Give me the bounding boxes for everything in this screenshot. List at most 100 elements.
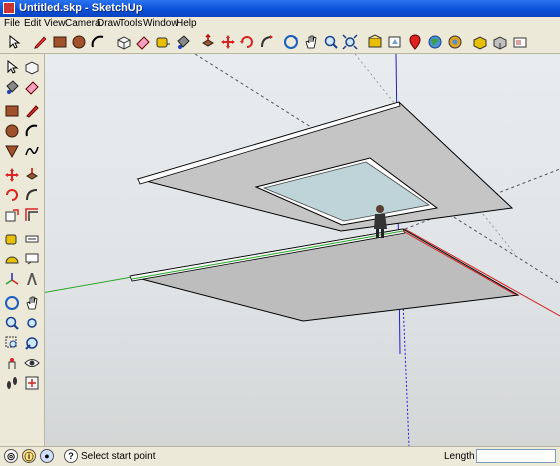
photo-textures-button[interactable] bbox=[446, 33, 464, 51]
rectangle-icon bbox=[5, 105, 19, 117]
tape-measure-button[interactable] bbox=[154, 33, 172, 51]
credits-icon[interactable]: ⓘ bbox=[22, 449, 36, 463]
layout-button[interactable] bbox=[511, 33, 529, 51]
menu-window[interactable]: Window bbox=[143, 18, 179, 29]
position-camera-button[interactable] bbox=[3, 354, 21, 372]
section-plane-button[interactable] bbox=[23, 374, 41, 392]
globe-icon bbox=[428, 35, 442, 49]
line-tool-button[interactable] bbox=[23, 102, 41, 120]
zoom-tool-button[interactable] bbox=[3, 314, 21, 332]
menu-help[interactable]: Help bbox=[176, 18, 197, 29]
component-icon bbox=[25, 61, 39, 75]
share-model-button[interactable] bbox=[386, 33, 404, 51]
move-tool-button[interactable] bbox=[3, 166, 21, 184]
orbit-icon bbox=[5, 296, 19, 310]
make-component-button[interactable] bbox=[23, 58, 41, 76]
follow-me-icon bbox=[26, 189, 38, 201]
orbit-tool-button[interactable] bbox=[3, 294, 21, 312]
push-pull-icon bbox=[202, 34, 214, 47]
polygon-tool-button[interactable] bbox=[3, 142, 21, 160]
menu-camera[interactable]: Camera bbox=[65, 18, 101, 29]
text-icon bbox=[25, 253, 39, 265]
arrow-cursor-icon bbox=[9, 34, 21, 49]
axes-tool-button[interactable] bbox=[3, 270, 21, 288]
eraser-tool-button[interactable] bbox=[23, 78, 41, 96]
menu-edit[interactable]: Edit bbox=[24, 18, 41, 29]
zoom-extents-button[interactable] bbox=[23, 314, 41, 332]
3d-text-tool-button[interactable] bbox=[23, 270, 41, 288]
walk-tool-button[interactable] bbox=[3, 374, 21, 392]
axes-icon bbox=[5, 273, 19, 285]
paint-bucket-button[interactable] bbox=[174, 33, 192, 51]
zoom-tool-button[interactable] bbox=[322, 33, 340, 51]
zoom-extents-button[interactable] bbox=[341, 33, 359, 51]
previous-view-button[interactable] bbox=[23, 334, 41, 352]
place-model-button[interactable] bbox=[406, 33, 424, 51]
hand-icon bbox=[305, 35, 317, 49]
menu-tools[interactable]: Tools bbox=[119, 18, 142, 29]
circle-tool-button[interactable] bbox=[3, 122, 21, 140]
rotate-tool-button[interactable] bbox=[238, 33, 256, 51]
drawing-viewport[interactable] bbox=[45, 54, 560, 446]
paint-bucket-button[interactable] bbox=[3, 78, 21, 96]
arc-icon bbox=[25, 124, 38, 137]
rectangle-tool-button[interactable] bbox=[51, 33, 69, 51]
zoom-window-button[interactable] bbox=[3, 334, 21, 352]
rotate-tool-button[interactable] bbox=[3, 186, 21, 204]
geo-location-icon[interactable]: ◎ bbox=[4, 449, 18, 463]
tape-measure-icon bbox=[5, 234, 17, 245]
arc-tool-button[interactable] bbox=[23, 122, 41, 140]
push-pull-button[interactable] bbox=[23, 166, 41, 184]
pan-tool-button[interactable] bbox=[302, 33, 320, 51]
protractor-tool-button[interactable] bbox=[3, 250, 21, 268]
dimension-icon bbox=[25, 235, 39, 243]
follow-me-button[interactable] bbox=[258, 33, 276, 51]
circle-tool-button[interactable] bbox=[70, 33, 88, 51]
measurements-input[interactable] bbox=[476, 449, 556, 463]
magnifier-icon bbox=[5, 316, 19, 330]
dimension-tool-button[interactable] bbox=[23, 230, 41, 248]
paint-bucket-icon bbox=[6, 80, 19, 94]
component-browser-button[interactable] bbox=[471, 33, 489, 51]
circle-icon bbox=[5, 124, 19, 138]
rectangle-icon bbox=[53, 36, 67, 48]
get-models-button[interactable] bbox=[366, 33, 384, 51]
menu-file[interactable]: File bbox=[4, 18, 20, 29]
look-around-button[interactable] bbox=[23, 354, 41, 372]
google-earth-button[interactable] bbox=[426, 33, 444, 51]
select-tool-button[interactable] bbox=[3, 58, 21, 76]
make-component-button[interactable] bbox=[115, 33, 133, 51]
text-tool-button[interactable] bbox=[23, 250, 41, 268]
offset-tool-button[interactable] bbox=[23, 206, 41, 224]
line-tool-button[interactable] bbox=[31, 33, 49, 51]
follow-me-button[interactable] bbox=[23, 186, 41, 204]
component-icon bbox=[117, 36, 131, 50]
freehand-icon bbox=[25, 146, 39, 156]
push-pull-button[interactable] bbox=[199, 33, 217, 51]
eye-icon bbox=[24, 359, 40, 367]
offset-icon bbox=[25, 208, 38, 221]
position-camera-icon bbox=[8, 358, 16, 369]
rectangle-tool-button[interactable] bbox=[3, 102, 21, 120]
warehouse-icon bbox=[368, 34, 382, 48]
menu-view[interactable]: View bbox=[44, 18, 66, 29]
select-tool-button[interactable] bbox=[5, 33, 23, 51]
arc-tool-button[interactable] bbox=[89, 33, 107, 51]
tape-measure-button[interactable] bbox=[3, 230, 21, 248]
3d-model-canvas[interactable] bbox=[45, 54, 560, 446]
follow-me-icon bbox=[261, 35, 273, 48]
freehand-tool-button[interactable] bbox=[23, 142, 41, 160]
menu-draw[interactable]: Draw bbox=[97, 18, 120, 29]
scale-icon bbox=[5, 209, 19, 222]
move-tool-button[interactable] bbox=[219, 33, 237, 51]
scale-tool-button[interactable] bbox=[3, 206, 21, 224]
extension-warehouse-button[interactable] bbox=[491, 33, 509, 51]
pan-tool-button[interactable] bbox=[23, 294, 41, 312]
help-icon[interactable]: ? bbox=[64, 449, 78, 463]
eraser-icon bbox=[25, 81, 39, 95]
zoom-extents-icon bbox=[27, 318, 37, 328]
user-icon[interactable]: ● bbox=[40, 449, 54, 463]
orbit-tool-button[interactable] bbox=[282, 33, 300, 51]
eraser-tool-button[interactable] bbox=[134, 33, 152, 51]
paint-bucket-icon bbox=[177, 35, 190, 49]
